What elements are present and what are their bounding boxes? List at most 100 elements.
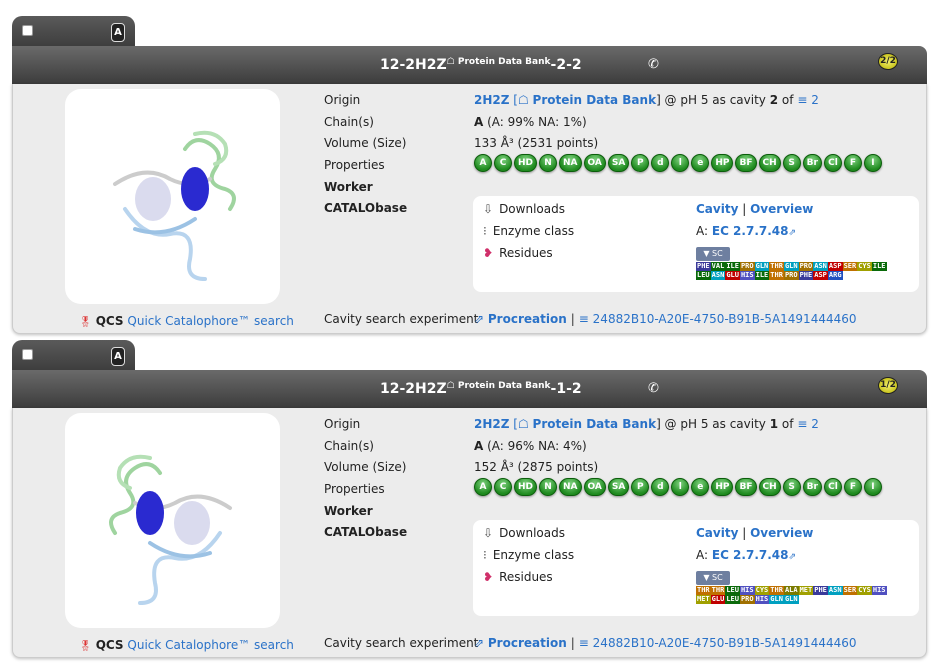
residue-chip[interactable]: PRO	[798, 262, 814, 271]
residue-chip[interactable]: CYS	[857, 262, 872, 271]
residue-chip[interactable]: GLN	[783, 595, 799, 604]
property-pill[interactable]: d	[651, 154, 670, 172]
residue-chip[interactable]: SER	[842, 586, 858, 595]
residue-chip[interactable]: ILE	[725, 262, 740, 271]
residue-chip[interactable]: PHE	[813, 586, 828, 595]
residue-chip[interactable]: THR	[710, 586, 726, 595]
property-pill[interactable]: BF	[735, 478, 757, 496]
cavity-total-link[interactable]: 2	[811, 417, 819, 431]
pdb-link[interactable]: Protein Data Bank	[533, 417, 657, 431]
property-pill[interactable]: CH	[758, 478, 781, 496]
list-icon[interactable]: ≡	[797, 417, 807, 431]
property-pill[interactable]: HD	[514, 478, 538, 496]
residue-chip[interactable]: HIS	[739, 586, 755, 595]
residue-chip[interactable]: THR	[769, 271, 784, 280]
chain-a-button[interactable]: A	[111, 23, 125, 42]
residue-chip[interactable]: GLN	[754, 262, 770, 271]
procreation-link[interactable]: Procreation	[488, 636, 567, 650]
property-pill[interactable]: BF	[735, 154, 757, 172]
property-pill[interactable]: d	[651, 478, 670, 496]
origin-id-link[interactable]: 2H2Z	[474, 93, 509, 107]
residue-chip[interactable]: MET	[696, 595, 711, 604]
residue-chip[interactable]: ASN	[813, 262, 828, 271]
residue-chip[interactable]: HIS	[739, 271, 755, 280]
property-pill[interactable]: Br	[802, 154, 822, 172]
sc-toggle-button[interactable]: ▼ SC	[696, 247, 730, 261]
list-icon[interactable]: ≡	[797, 93, 807, 107]
property-pill[interactable]: F	[843, 478, 862, 496]
experiment-uuid-link[interactable]: 24882B10-A20E-4750-B91B-5A1491444460	[593, 312, 857, 326]
property-pill[interactable]: e	[691, 154, 710, 172]
experiment-uuid-link[interactable]: 24882B10-A20E-4750-B91B-5A1491444460	[593, 636, 857, 650]
property-pill[interactable]: A	[474, 154, 492, 172]
property-pill[interactable]: NA	[559, 154, 582, 172]
residue-chip[interactable]: GLU	[710, 595, 726, 604]
residue-chip[interactable]: PHE	[696, 262, 711, 271]
select-checkbox[interactable]	[22, 25, 33, 36]
property-pill[interactable]: I	[863, 154, 882, 172]
residue-chip[interactable]: ILE	[754, 271, 770, 280]
property-pill[interactable]: CH	[758, 154, 781, 172]
residue-chip[interactable]: CYS	[857, 586, 872, 595]
cavity-thumbnail[interactable]	[65, 89, 280, 304]
overview-link[interactable]: Overview	[750, 202, 813, 216]
residue-chip[interactable]: LEU	[725, 586, 740, 595]
residue-chip[interactable]: ASN	[710, 271, 726, 280]
residue-chip[interactable]: MET	[798, 586, 814, 595]
property-pill[interactable]: OA	[583, 154, 606, 172]
residue-chip[interactable]: ALA	[783, 586, 799, 595]
property-pill[interactable]: S	[782, 478, 801, 496]
property-pill[interactable]: e	[691, 478, 710, 496]
residue-chip[interactable]: PHE	[798, 271, 814, 280]
residue-chip[interactable]: VAL	[710, 262, 726, 271]
residue-chip[interactable]: LEU	[725, 595, 740, 604]
residue-chip[interactable]: LEU	[696, 271, 711, 280]
residue-chip[interactable]: ARG	[827, 271, 843, 280]
phone-icon[interactable]: ✆	[648, 381, 659, 396]
property-pill[interactable]: Cl	[823, 154, 842, 172]
select-checkbox[interactable]	[22, 349, 33, 360]
property-pill[interactable]: Br	[802, 478, 822, 496]
property-pill[interactable]: N	[539, 478, 558, 496]
cavity-link[interactable]: Cavity	[696, 526, 738, 540]
cavity-thumbnail[interactable]	[65, 413, 280, 628]
residue-chip[interactable]: GLU	[725, 271, 740, 280]
property-pill[interactable]: F	[843, 154, 862, 172]
property-pill[interactable]: P	[631, 478, 650, 496]
cavity-total-link[interactable]: 2	[811, 93, 819, 107]
property-pill[interactable]: OA	[583, 478, 606, 496]
property-pill[interactable]: HD	[514, 154, 538, 172]
property-pill[interactable]: l	[671, 478, 690, 496]
cavity-link[interactable]: Cavity	[696, 202, 738, 216]
residue-chip[interactable]: HIS	[871, 586, 887, 595]
property-pill[interactable]: HP	[711, 154, 734, 172]
residue-chip[interactable]: PRO	[739, 595, 755, 604]
ec-link[interactable]: EC 2.7.7.48	[712, 548, 789, 562]
property-pill[interactable]: A	[474, 478, 492, 496]
property-pill[interactable]: SA	[607, 154, 630, 172]
residue-chip[interactable]: ASP	[813, 271, 828, 280]
residue-chip[interactable]: PRO	[783, 271, 799, 280]
ec-link[interactable]: EC 2.7.7.48	[712, 224, 789, 238]
property-pill[interactable]: I	[863, 478, 882, 496]
property-pill[interactable]: NA	[559, 478, 582, 496]
property-pill[interactable]: C	[494, 154, 512, 172]
downloads-row[interactable]: ⇩ Downloads	[483, 202, 565, 216]
property-pill[interactable]: P	[631, 154, 650, 172]
property-pill[interactable]: Cl	[823, 478, 842, 496]
residue-chip[interactable]: THR	[696, 586, 711, 595]
phone-icon[interactable]: ✆	[648, 57, 659, 72]
origin-id-link[interactable]: 2H2Z	[474, 417, 509, 431]
downloads-row[interactable]: ⇩ Downloads	[483, 526, 565, 540]
overview-link[interactable]: Overview	[750, 526, 813, 540]
residue-chip[interactable]: GLN	[769, 595, 784, 604]
residue-chip[interactable]: GLN	[783, 262, 799, 271]
residue-chip[interactable]: HIS	[754, 595, 770, 604]
property-pill[interactable]: HP	[711, 478, 734, 496]
quick-catalophore-link[interactable]: Quick Catalophore™ search	[127, 638, 294, 652]
residue-chip[interactable]: CYS	[754, 586, 770, 595]
procreation-link[interactable]: Procreation	[488, 312, 567, 326]
property-pill[interactable]: N	[539, 154, 558, 172]
residue-chip[interactable]: PRO	[739, 262, 755, 271]
property-pill[interactable]: l	[671, 154, 690, 172]
